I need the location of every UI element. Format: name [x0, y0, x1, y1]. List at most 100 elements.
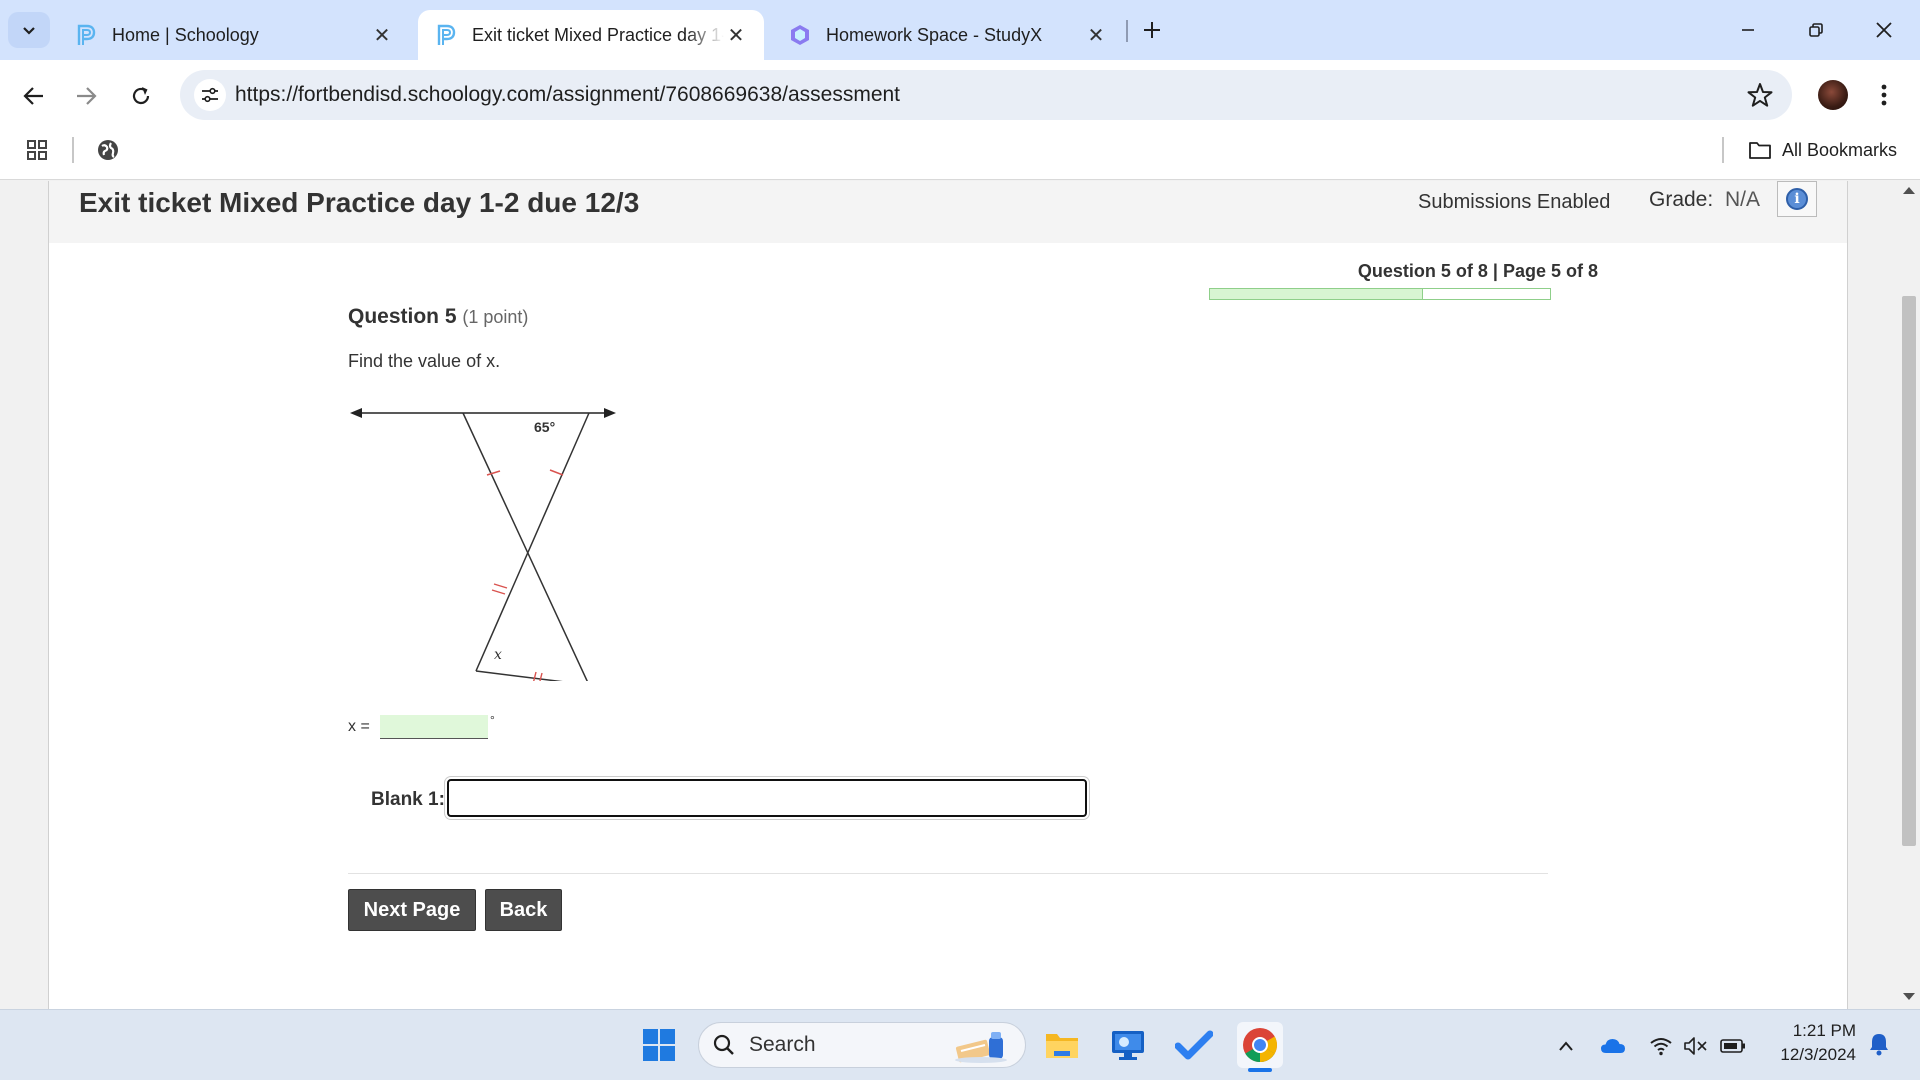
page-scrollbar[interactable]: [1898, 181, 1920, 1009]
tab-search-dropdown-button[interactable]: [8, 12, 50, 48]
close-icon: [1876, 22, 1892, 38]
show-hidden-icons-button[interactable]: [1553, 1034, 1579, 1058]
progress-text: Question 5 of 8 | Page 5 of 8: [1357, 261, 1598, 281]
search-highlight-art-icon: [955, 1032, 1007, 1063]
triangle-figure: 65° x: [350, 408, 616, 681]
all-bookmarks-label: All Bookmarks: [1782, 139, 1898, 160]
onedrive-tray-button[interactable]: [1600, 1034, 1626, 1058]
question-prompt: Find the value of x.: [348, 351, 501, 371]
tab-title: Home | Schoology: [112, 24, 259, 45]
bookmarks-bar: [0, 130, 1920, 180]
search-icon: [713, 1034, 734, 1055]
blank-1-input[interactable]: [447, 779, 1087, 817]
next-page-button[interactable]: Next Page: [348, 889, 476, 931]
back-button[interactable]: Back: [485, 889, 562, 931]
battery-icon: [1720, 1039, 1745, 1053]
reload-icon: [132, 87, 150, 105]
grade-value: N/A: [1725, 188, 1761, 211]
angle-label: 65°: [534, 419, 555, 435]
bookmark-separator: [72, 137, 74, 163]
wifi-icon: [1650, 1038, 1672, 1056]
battery-tray-button[interactable]: [1720, 1034, 1746, 1058]
grade-label: Grade:: [1649, 188, 1714, 211]
restore-button[interactable]: [1786, 8, 1846, 52]
tick-mark: [486, 470, 501, 476]
start-button[interactable]: [636, 1022, 682, 1068]
apps-grid-icon[interactable]: [26, 138, 50, 162]
browser-menu-button[interactable]: [1872, 78, 1896, 112]
volume-tray-button[interactable]: [1683, 1034, 1709, 1058]
search-placeholder: Search: [749, 1033, 816, 1056]
close-icon[interactable]: ✕: [370, 23, 394, 48]
double-tick-mark: [533, 671, 537, 681]
blank-label: Blank 1:: [371, 789, 445, 810]
double-tick-mark: [493, 583, 508, 589]
tick-mark: [549, 469, 564, 476]
notifications-button[interactable]: [1866, 1032, 1892, 1056]
assessment-page: Exit ticket Mixed Practice day 1-2 due 1…: [48, 181, 1848, 1009]
arrow-left-icon: [23, 87, 43, 105]
segment-right-down: [475, 412, 590, 672]
tab-studyx[interactable]: Homework Space - StudyX ✕: [772, 10, 1124, 60]
arrowhead-left-icon: [350, 408, 362, 418]
windows-taskbar: Search: [0, 1009, 1920, 1080]
all-bookmarks-button[interactable]: All Bookmarks: [1748, 137, 1897, 163]
active-app-indicator: [1248, 1068, 1272, 1072]
question-label: Question 5: [348, 305, 457, 328]
chrome-taskbar-button[interactable]: [1237, 1022, 1283, 1068]
todo-button[interactable]: [1171, 1022, 1217, 1068]
volume-muted-icon: [1684, 1037, 1707, 1055]
folder-icon: [1749, 142, 1771, 159]
scrollbar-thumb[interactable]: [1902, 296, 1916, 846]
segment-left-down: [462, 412, 588, 681]
question-title: Question 5 (1 point): [348, 305, 528, 329]
profile-avatar[interactable]: [1818, 80, 1848, 110]
windows-logo-icon: [643, 1029, 675, 1061]
chevron-up-icon: [1559, 1041, 1573, 1051]
folder-icon: [1046, 1034, 1078, 1058]
double-tick-mark: [491, 589, 506, 595]
tab-separator: [1126, 20, 1128, 42]
grade-info-button[interactable]: i: [1777, 181, 1817, 217]
chrome-logo-icon: [1243, 1028, 1277, 1062]
scroll-down-arrow-icon[interactable]: [1903, 993, 1915, 1000]
cloud-icon: [1601, 1039, 1625, 1053]
answer-input-inline[interactable]: [380, 715, 488, 739]
wifi-tray-button[interactable]: [1648, 1034, 1674, 1058]
file-explorer-button[interactable]: [1039, 1022, 1085, 1068]
url-text[interactable]: https://fortbendisd.schoology.com/assign…: [235, 83, 900, 107]
forward-nav-button[interactable]: [66, 76, 106, 116]
taskbar-clock[interactable]: 1:21 PM 12/3/2024: [1760, 1019, 1856, 1067]
bell-icon: [1870, 1034, 1888, 1056]
new-tab-button[interactable]: [1136, 12, 1168, 48]
remote-desktop-icon: [1112, 1031, 1144, 1060]
browser-tab-strip: Home | Schoology ✕ Exit ticket Mixed Pra…: [0, 0, 1920, 60]
bookmark-separator: [1722, 137, 1724, 163]
reload-button[interactable]: [121, 76, 161, 116]
degree-symbol: °: [490, 713, 495, 727]
info-icon: i: [1786, 188, 1808, 210]
progress-bar: [1209, 288, 1551, 300]
tab-home-schoology[interactable]: Home | Schoology ✕: [58, 10, 410, 60]
minimize-button[interactable]: [1718, 8, 1778, 52]
restore-icon: [1809, 23, 1823, 37]
scroll-up-arrow-icon[interactable]: [1903, 187, 1915, 194]
taskbar-search[interactable]: Search: [698, 1022, 1026, 1068]
clock-time: 1:21 PM: [1792, 1021, 1856, 1040]
tab-exit-ticket[interactable]: Exit ticket Mixed Practice day 1-2 due 1…: [418, 10, 764, 60]
schoology-logo-icon: [74, 23, 98, 47]
close-icon[interactable]: ✕: [724, 23, 748, 48]
bookmark-star-icon[interactable]: [1746, 81, 1774, 109]
studyx-logo-icon: [788, 23, 812, 47]
assignment-title: Exit ticket Mixed Practice day 1-2 due 1…: [79, 187, 640, 218]
close-window-button[interactable]: [1854, 8, 1914, 52]
back-nav-button[interactable]: [14, 76, 54, 116]
close-icon[interactable]: ✕: [1084, 23, 1108, 48]
address-bar[interactable]: https://fortbendisd.schoology.com/assign…: [180, 70, 1792, 120]
remote-desktop-button[interactable]: [1105, 1022, 1151, 1068]
globe-icon[interactable]: [96, 138, 120, 162]
site-settings-icon[interactable]: [194, 79, 226, 111]
submissions-status: Submissions Enabled: [1418, 191, 1611, 213]
answer-prefix: x =: [348, 718, 370, 735]
page-viewport: Exit ticket Mixed Practice day 1-2 due 1…: [0, 181, 1898, 1009]
